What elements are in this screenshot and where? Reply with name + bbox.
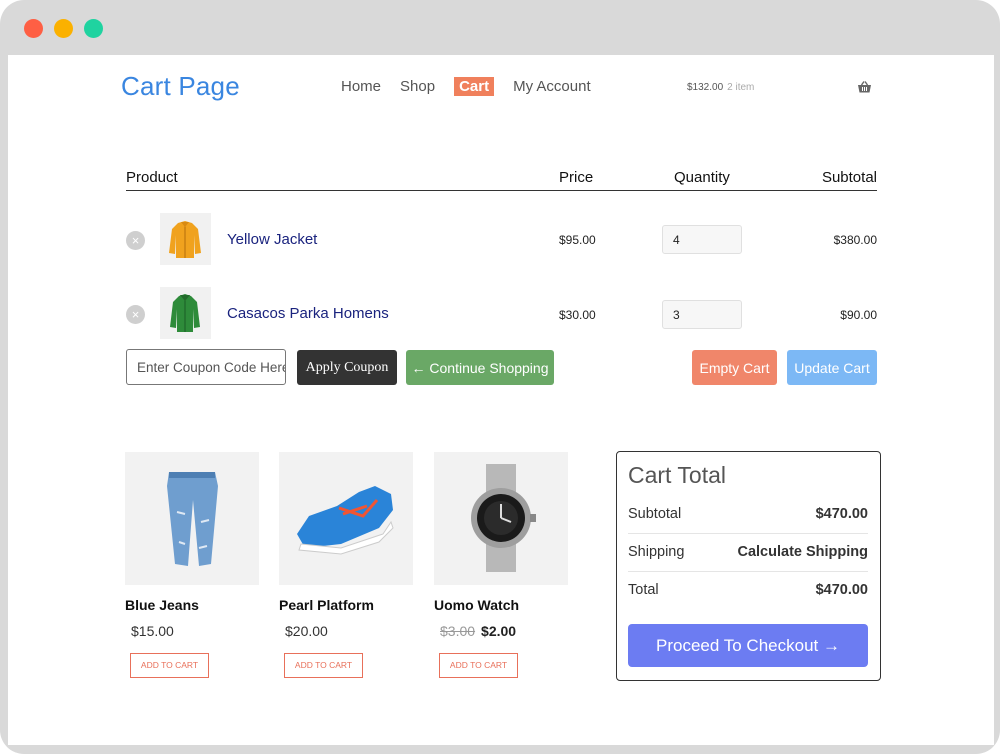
empty-cart-button[interactable]: Empty Cart bbox=[692, 350, 777, 385]
add-to-cart-button[interactable]: ADD TO CART bbox=[284, 653, 363, 678]
proceed-to-checkout-button[interactable]: Proceed To Checkout → bbox=[628, 624, 868, 667]
item-price: $95.00 bbox=[559, 233, 596, 247]
sale-price: $2.00 bbox=[481, 623, 517, 639]
product-card: Blue Jeans $15.00 ADD TO CART bbox=[125, 452, 259, 678]
item-subtotal: $90.00 bbox=[840, 308, 877, 322]
quantity-input[interactable] bbox=[662, 225, 742, 254]
price-value: $20.00 bbox=[285, 623, 328, 639]
total-label: Total bbox=[628, 582, 659, 598]
product-price: $3.00 $2.00 bbox=[434, 623, 568, 639]
minimize-dot[interactable] bbox=[54, 19, 73, 38]
item-price: $30.00 bbox=[559, 308, 596, 322]
mini-cart-count: 2 item bbox=[727, 82, 755, 93]
product-image[interactable] bbox=[434, 452, 568, 585]
product-price: $20.00 bbox=[279, 623, 413, 639]
product-name[interactable]: Uomo Watch bbox=[434, 597, 568, 613]
wrist-watch-image bbox=[471, 464, 536, 572]
table-row: × Casacos Parka Homens $30.00 $90.00 bbox=[126, 265, 877, 339]
table-header: Product Price Quantity Subtotal bbox=[126, 168, 877, 191]
product-thumbnail[interactable] bbox=[160, 287, 211, 339]
header-product: Product bbox=[126, 169, 178, 186]
cart-total-panel: Cart Total Subtotal $470.00 Shipping Cal… bbox=[616, 451, 881, 681]
product-price: $15.00 bbox=[125, 623, 259, 639]
yellow-jacket-image bbox=[169, 221, 201, 258]
mini-cart-amount: $132.00 bbox=[687, 82, 724, 93]
cart-total-title: Cart Total bbox=[628, 462, 727, 488]
shipping-label: Shipping bbox=[628, 544, 685, 560]
blue-sneaker-image bbox=[297, 486, 394, 555]
add-to-cart-button[interactable]: ADD TO CART bbox=[439, 653, 518, 678]
nav-cart[interactable]: Cart bbox=[454, 77, 495, 96]
add-to-cart-button[interactable]: ADD TO CART bbox=[130, 653, 209, 678]
browser-window: Cart Page Home Shop Cart My Account $132… bbox=[0, 0, 1000, 754]
product-image[interactable] bbox=[125, 452, 259, 585]
subtotal-value: $470.00 bbox=[815, 506, 868, 522]
old-price: $3.00 bbox=[440, 623, 476, 639]
continue-shopping-button[interactable]: ← Continue Shopping bbox=[406, 350, 554, 385]
cart-subtotal-row: Subtotal $470.00 bbox=[628, 496, 868, 534]
remove-item-button[interactable]: × bbox=[126, 231, 145, 250]
nav-home[interactable]: Home bbox=[341, 78, 381, 95]
cart-table: Product Price Quantity Subtotal × Yellow… bbox=[126, 168, 877, 339]
maximize-dot[interactable] bbox=[84, 19, 103, 38]
green-parka-image bbox=[170, 294, 200, 332]
site-title[interactable]: Cart Page bbox=[121, 71, 240, 102]
header-subtotal: Subtotal bbox=[821, 169, 877, 186]
item-subtotal: $380.00 bbox=[833, 233, 877, 247]
total-value: $470.00 bbox=[815, 582, 868, 598]
product-name-link[interactable]: Yellow Jacket bbox=[227, 231, 317, 248]
blue-jeans-image bbox=[167, 472, 218, 566]
product-name[interactable]: Blue Jeans bbox=[125, 597, 259, 613]
shipping-row: Shipping Calculate Shipping bbox=[628, 534, 868, 572]
product-card: Uomo Watch $3.00 $2.00 ADD TO CART bbox=[434, 452, 568, 678]
coupon-code-input[interactable] bbox=[126, 349, 286, 385]
quantity-input[interactable] bbox=[662, 300, 742, 329]
table-row: × Yellow Jacket $95.00 $380.00 bbox=[126, 191, 877, 265]
product-card: Pearl Platform $20.00 ADD TO CART bbox=[279, 452, 413, 678]
header-quantity: Quantity bbox=[674, 169, 730, 186]
header-price: Price bbox=[559, 169, 594, 186]
calculate-shipping-link[interactable]: Calculate Shipping bbox=[737, 544, 868, 560]
main-nav: Home Shop Cart My Account bbox=[341, 77, 610, 96]
nav-shop[interactable]: Shop bbox=[400, 78, 435, 95]
close-dot[interactable] bbox=[24, 19, 43, 38]
remove-item-button[interactable]: × bbox=[126, 305, 145, 324]
apply-coupon-button[interactable]: Apply Coupon bbox=[297, 350, 397, 385]
product-name[interactable]: Pearl Platform bbox=[279, 597, 413, 613]
mini-cart-summary[interactable]: $132.00 2 item bbox=[687, 82, 754, 93]
nav-my-account[interactable]: My Account bbox=[513, 78, 591, 95]
page-viewport: Cart Page Home Shop Cart My Account $132… bbox=[8, 55, 994, 745]
total-row: Total $470.00 bbox=[628, 572, 868, 610]
basket-icon[interactable] bbox=[857, 80, 872, 94]
product-image[interactable] bbox=[279, 452, 413, 585]
price-value: $15.00 bbox=[131, 623, 174, 639]
product-name-link[interactable]: Casacos Parka Homens bbox=[227, 305, 389, 322]
update-cart-button[interactable]: Update Cart bbox=[787, 350, 877, 385]
subtotal-label: Subtotal bbox=[628, 506, 682, 522]
product-thumbnail[interactable] bbox=[160, 213, 211, 265]
